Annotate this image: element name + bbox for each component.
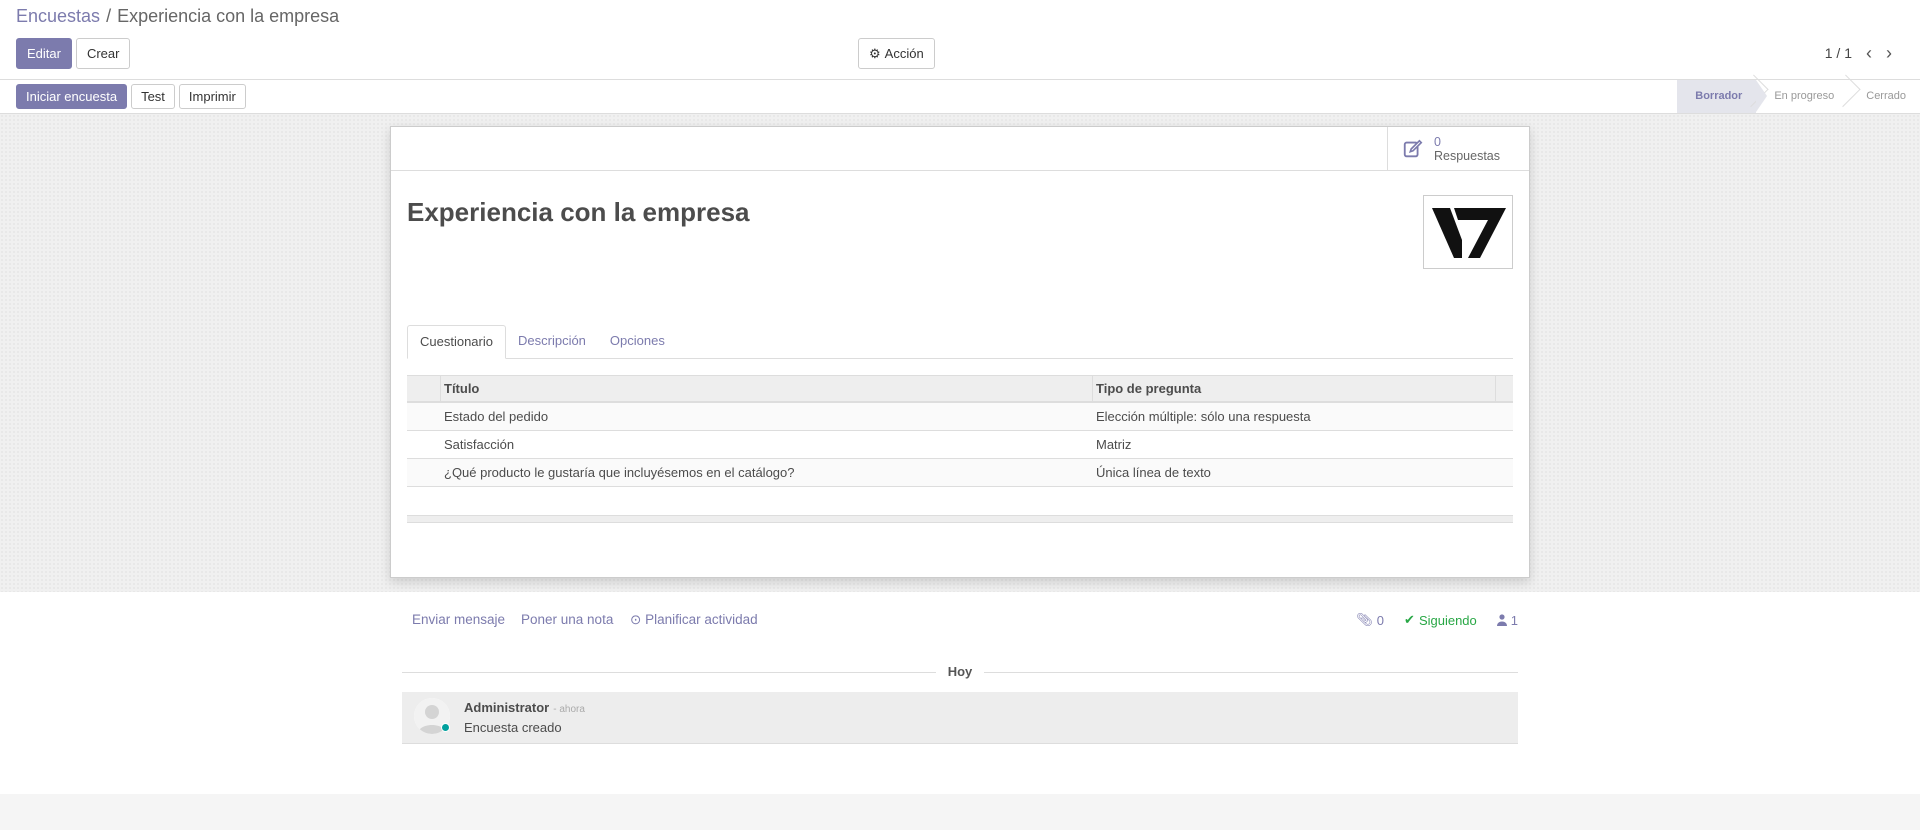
survey-image[interactable] — [1423, 195, 1513, 269]
gear-icon: ⚙ — [869, 46, 881, 61]
schedule-activity-button[interactable]: ⊙ Planificar actividad — [630, 612, 758, 628]
table-row[interactable]: ¿Qué producto le gustaría que incluyésem… — [407, 459, 1513, 487]
paperclip-icon: 📎︎ — [1356, 612, 1373, 627]
pager-value[interactable]: 1 / 1 — [1825, 45, 1852, 61]
message-author-name[interactable]: Administrator — [464, 700, 549, 715]
action-button[interactable]: ⚙ Acción — [858, 38, 935, 69]
breadcrumb-parent-link[interactable]: Encuestas — [16, 6, 100, 26]
trash-column-header — [1496, 376, 1513, 401]
form-statusbar: Iniciar encuesta Test Imprimir Borrador … — [0, 80, 1920, 114]
user-icon — [1496, 614, 1507, 626]
action-menu: ⚙ Acción — [858, 38, 935, 69]
row-title: Estado del pedido — [444, 409, 549, 424]
breadcrumb: Encuestas / Experiencia con la empresa — [16, 6, 339, 27]
send-message-button[interactable]: Enviar mensaje — [412, 612, 505, 627]
message-body: Encuesta creado — [464, 720, 562, 735]
breadcrumb-separator: / — [106, 6, 112, 26]
message-date: - ahora — [553, 704, 585, 715]
pager: 1 / 1 ‹ › — [1825, 44, 1892, 62]
chatter: Enviar mensaje Poner una nota ⊙ Planific… — [0, 592, 1920, 794]
chatter-topbar: Enviar mensaje Poner una nota ⊙ Planific… — [402, 592, 1518, 648]
attachments-button[interactable]: 📎︎ 0 — [1356, 612, 1384, 628]
clock-icon: ⊙ — [630, 612, 642, 627]
row-type: Elección múltiple: sólo una respuesta — [1096, 409, 1311, 424]
table-row[interactable]: Estado del pedido Elección múltiple: sól… — [407, 403, 1513, 431]
action-button-label: Acción — [884, 46, 924, 61]
start-survey-button[interactable]: Iniciar encuesta — [16, 84, 128, 109]
button-box: 0 Respuestas — [391, 127, 1529, 171]
row-title: Satisfacción — [444, 437, 515, 452]
handle-column-header — [407, 376, 441, 401]
separator-line-right — [984, 672, 1518, 673]
edit-button[interactable]: Editar — [16, 38, 72, 69]
statusbar-buttons: Iniciar encuesta Test Imprimir — [16, 84, 246, 109]
row-handle[interactable] — [407, 459, 441, 486]
row-handle[interactable] — [407, 431, 441, 458]
message-author: Administrator - ahora — [464, 700, 585, 715]
row-title: ¿Qué producto le gustaría que incluyésem… — [444, 465, 795, 480]
tab-questionnaire[interactable]: Cuestionario — [407, 325, 506, 359]
breadcrumb-current: Experiencia con la empresa — [117, 6, 340, 26]
column-header-title[interactable]: Título — [441, 376, 1093, 401]
column-header-type[interactable]: Tipo de pregunta — [1093, 376, 1496, 401]
chatter-message: Administrator - ahora Encuesta creado — [402, 692, 1518, 744]
stage-closed[interactable]: Cerrado — [1848, 80, 1920, 113]
row-handle[interactable] — [407, 403, 441, 430]
responses-stat-button[interactable]: 0 Respuestas — [1387, 127, 1529, 171]
responses-stat-text: 0 Respuestas — [1434, 135, 1500, 163]
followers-button[interactable]: 1 — [1496, 612, 1518, 628]
row-type: Única línea de texto — [1096, 465, 1211, 480]
edit-icon — [1403, 139, 1423, 158]
table-row[interactable]: Satisfacción Matriz — [407, 431, 1513, 459]
print-button[interactable]: Imprimir — [178, 84, 246, 109]
tab-options[interactable]: Opciones — [598, 325, 677, 359]
table-footer — [407, 515, 1513, 523]
table-header: Título Tipo de pregunta — [407, 375, 1513, 403]
chevron-right-icon[interactable]: › — [1886, 44, 1892, 62]
form-sheet: 0 Respuestas Experiencia con la empresa … — [390, 126, 1530, 578]
tab-description[interactable]: Descripción — [506, 325, 598, 359]
test-button[interactable]: Test — [131, 84, 175, 109]
stage-pipeline: Borrador En progreso Cerrado — [1677, 80, 1920, 113]
check-icon: ✔ — [1404, 612, 1415, 627]
survey-title[interactable]: Experiencia con la empresa — [407, 197, 750, 228]
following-label: Siguiendo — [1418, 612, 1477, 628]
control-panel: Encuestas / Experiencia con la empresa Edi… — [0, 0, 1920, 80]
form-buttons: Editar Crear — [16, 38, 131, 69]
chevron-left-icon[interactable]: ‹ — [1866, 44, 1872, 62]
questions-table: Título Tipo de pregunta Estado del pedid… — [407, 375, 1513, 523]
create-button[interactable]: Crear — [75, 38, 131, 69]
responses-count: 0 — [1434, 135, 1441, 149]
row-type: Matriz — [1096, 437, 1132, 452]
attachments-count: 0 — [1376, 612, 1385, 628]
online-status-icon — [441, 723, 450, 732]
followers-count: 1 — [1510, 612, 1518, 628]
schedule-activity-label: Planificar actividad — [645, 612, 758, 627]
date-separator: Hoy — [402, 664, 1518, 680]
follow-button[interactable]: ✔ Siguiendo — [1404, 612, 1477, 628]
responses-label: Respuestas — [1434, 149, 1501, 163]
chatter-topbar-right: 📎︎ 0 ✔ Siguiendo 1 — [1356, 612, 1518, 628]
notebook-tabs: Cuestionario Descripción Opciones — [407, 325, 1513, 359]
page-bottom-area — [0, 794, 1920, 830]
log-note-button[interactable]: Poner una nota — [521, 612, 613, 627]
company-logo — [1432, 208, 1506, 258]
